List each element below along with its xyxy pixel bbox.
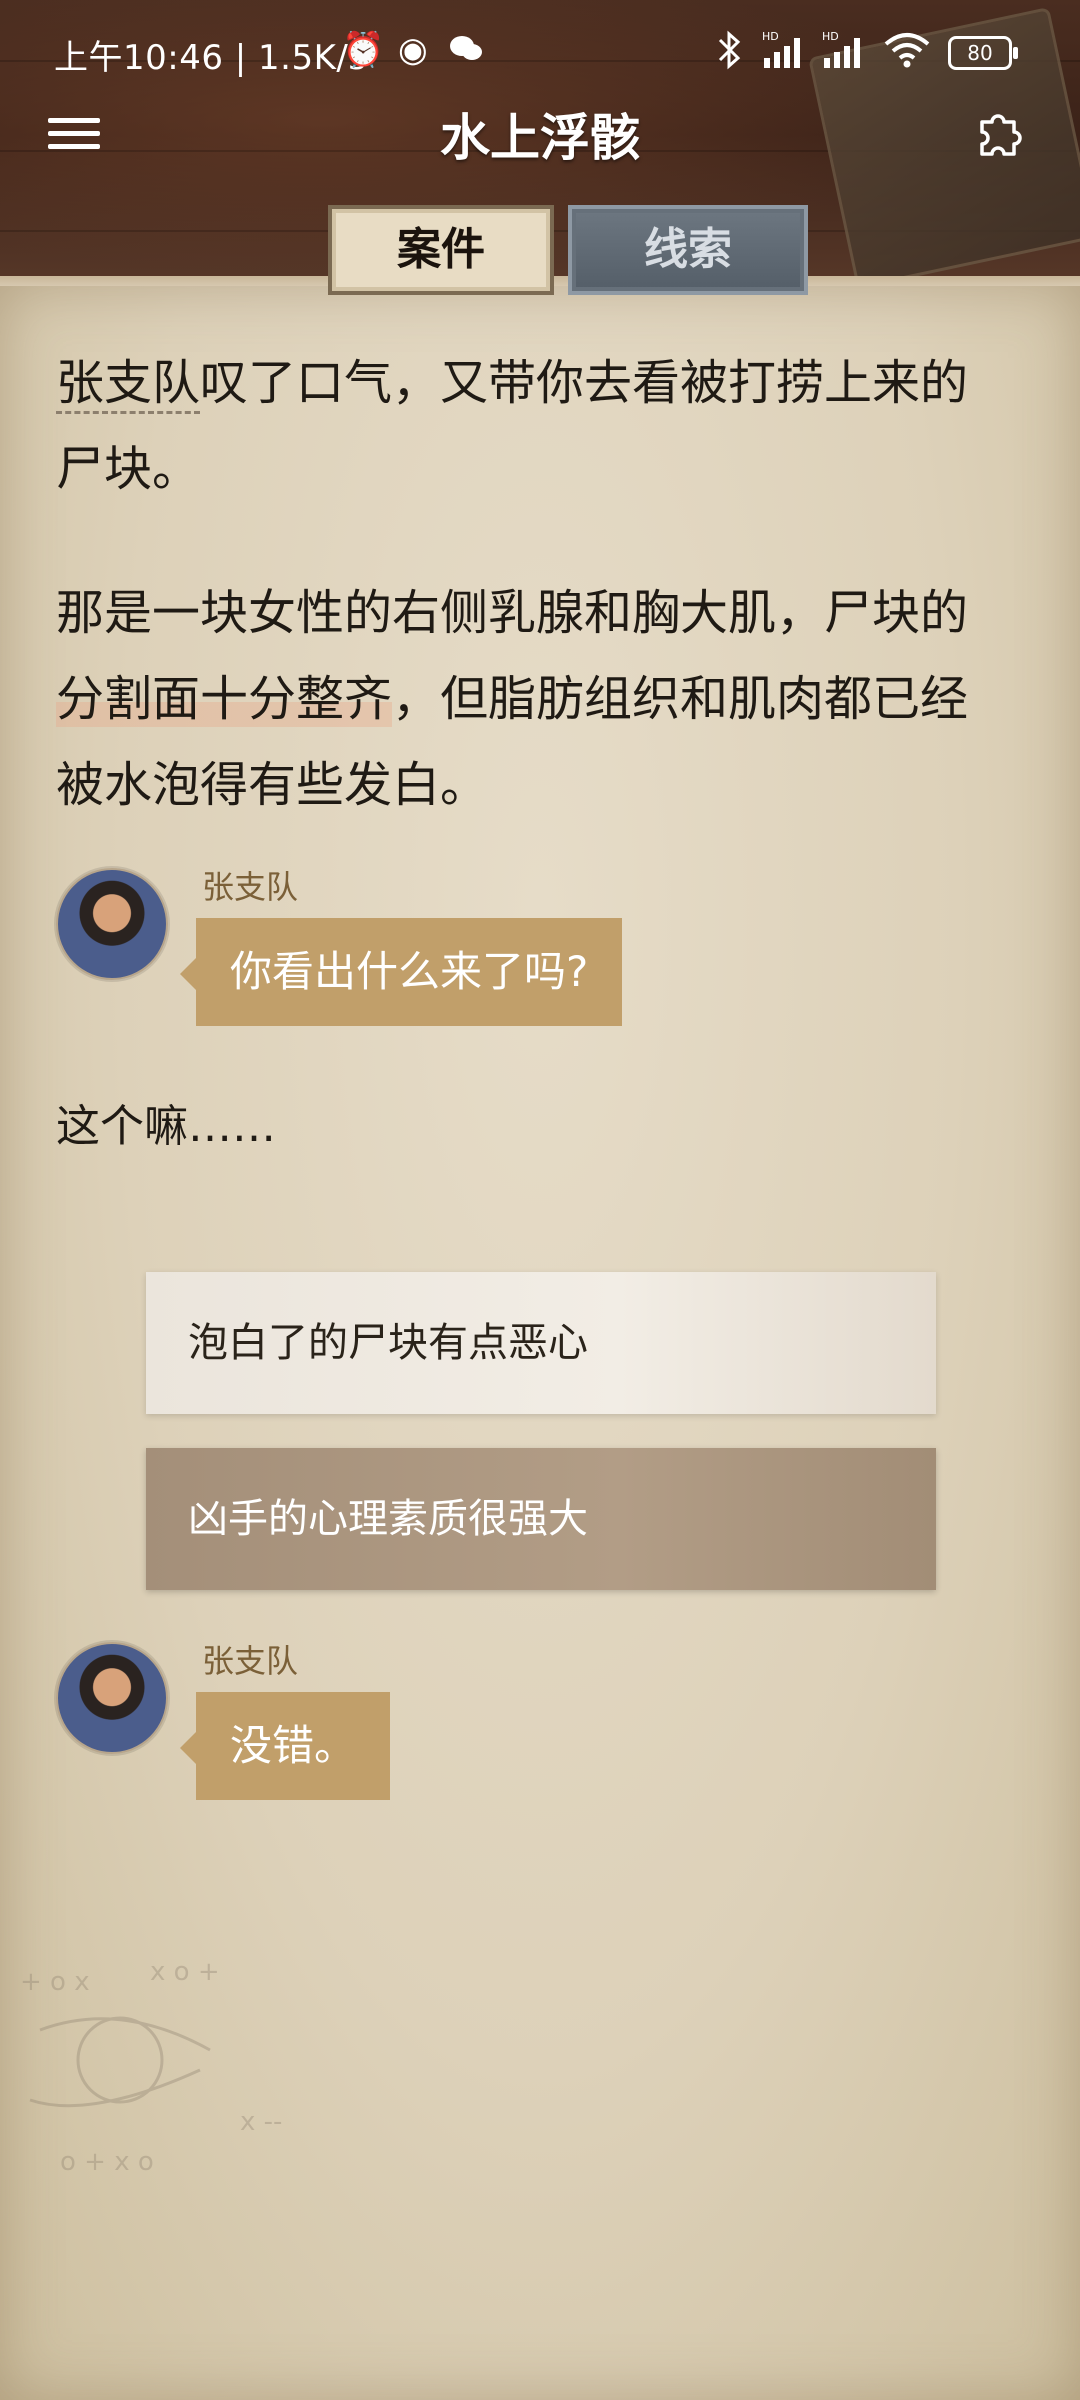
puzzle-icon[interactable] <box>970 104 1030 164</box>
choice-option[interactable]: 泡白了的尸块有点恶心 <box>146 1272 936 1414</box>
bluetooth-icon <box>712 28 746 72</box>
signal-strength-icon: HD <box>760 28 814 72</box>
tab-case[interactable]: 案件 <box>328 205 554 295</box>
highlighted-clue[interactable]: 分割面十分整齐 <box>56 671 393 727</box>
choice-option-selected[interactable]: 凶手的心理素质很强大 <box>146 1448 936 1590</box>
dialogue-bubble: 你看出什么来了吗? <box>179 918 623 1026</box>
avatar <box>56 1642 168 1754</box>
story-paragraph: 张支队叹了口气，又带你去看被打捞上来的尸块。 <box>56 340 1016 512</box>
dialogue-bubble: 没错。 <box>179 1692 391 1800</box>
alarm-icon: ⏰ <box>342 30 385 70</box>
tab-clue[interactable]: 线索 <box>568 205 808 295</box>
speaker-name: 张支队 <box>202 868 299 906</box>
page-title: 水上浮骸 <box>440 108 640 167</box>
player-monologue: 这个嘛…… <box>56 1101 276 1152</box>
wifi-icon <box>882 28 932 72</box>
story-paragraph: 那是一块女性的右侧乳腺和胸大肌，尸块的分割面十分整齐，但脂肪组织和肌肉都已经被水… <box>56 570 1016 828</box>
wechat-icon <box>446 28 486 72</box>
globe-icon: ◉ <box>398 30 428 70</box>
svg-text:HD: HD <box>762 30 779 43</box>
avatar <box>56 868 168 980</box>
svg-text:x o +: x o + <box>150 1957 220 1987</box>
signal-strength-icon: HD <box>820 28 874 72</box>
character-name-link[interactable]: 张支队 <box>56 355 201 414</box>
sketch-decoration: + o x x o + o + x o x -- <box>20 1957 282 2177</box>
svg-text:x --: x -- <box>240 2107 282 2137</box>
story-text: 那是一块女性的右侧乳腺和胸大肌，尸块的 <box>56 585 969 641</box>
svg-text:+ o x: + o x <box>20 1967 90 1997</box>
speaker-name: 张支队 <box>202 1642 299 1680</box>
battery-icon: 80 <box>948 36 1018 70</box>
status-bar: 上午10:46 | 1.5K/s ⏰ ◉ HD HD 80 <box>0 0 1080 100</box>
status-time: 上午10:46 | 1.5K/s <box>54 38 367 78</box>
svg-text:HD: HD <box>822 30 839 43</box>
svg-text:o + x o: o + x o <box>60 2147 154 2177</box>
